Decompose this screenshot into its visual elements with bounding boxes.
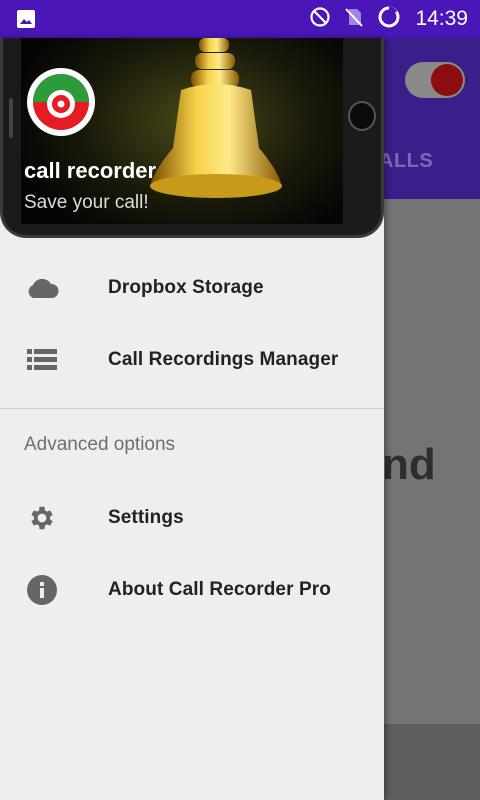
drawer-header: call recorder Save your call! [0, 38, 384, 239]
record-toggle[interactable] [405, 62, 465, 98]
do-not-disturb-icon [309, 6, 331, 33]
app-logo-avatar [27, 68, 95, 136]
app-bottom-bar [384, 724, 480, 800]
drawer-header-subtitle: Save your call! [24, 192, 149, 213]
status-bar: 14:39 [0, 0, 480, 38]
menu-item-label: Dropbox Storage [108, 277, 264, 298]
menu-item-label: Call Recordings Manager [108, 349, 339, 370]
bell-icon [150, 38, 282, 198]
app-tab-calls[interactable]: ALLS [379, 150, 433, 173]
menu-item-label: Settings [108, 507, 184, 528]
menu-item-about[interactable]: About Call Recorder Pro [0, 554, 384, 626]
drawer-header-title: call recorder [24, 158, 157, 183]
app-content-text: nd [382, 440, 436, 489]
menu-item-label: About Call Recorder Pro [108, 579, 331, 600]
gear-icon [24, 506, 60, 530]
section-title-advanced-options: Advanced options [24, 434, 176, 455]
menu-item-settings[interactable]: Settings [0, 482, 384, 554]
no-sim-icon [343, 6, 365, 33]
info-icon [24, 575, 60, 605]
cloud-icon [24, 276, 60, 300]
navigation-drawer: call recorder Save your call! Dropbox St… [0, 38, 384, 800]
list-icon [24, 348, 60, 372]
menu-item-call-recordings-manager[interactable]: Call Recordings Manager [0, 324, 384, 396]
drawer-divider [0, 408, 384, 409]
image-icon [16, 9, 36, 34]
menu-item-dropbox-storage[interactable]: Dropbox Storage [0, 252, 384, 324]
sync-icon [377, 5, 401, 34]
status-clock: 14:39 [415, 7, 468, 30]
